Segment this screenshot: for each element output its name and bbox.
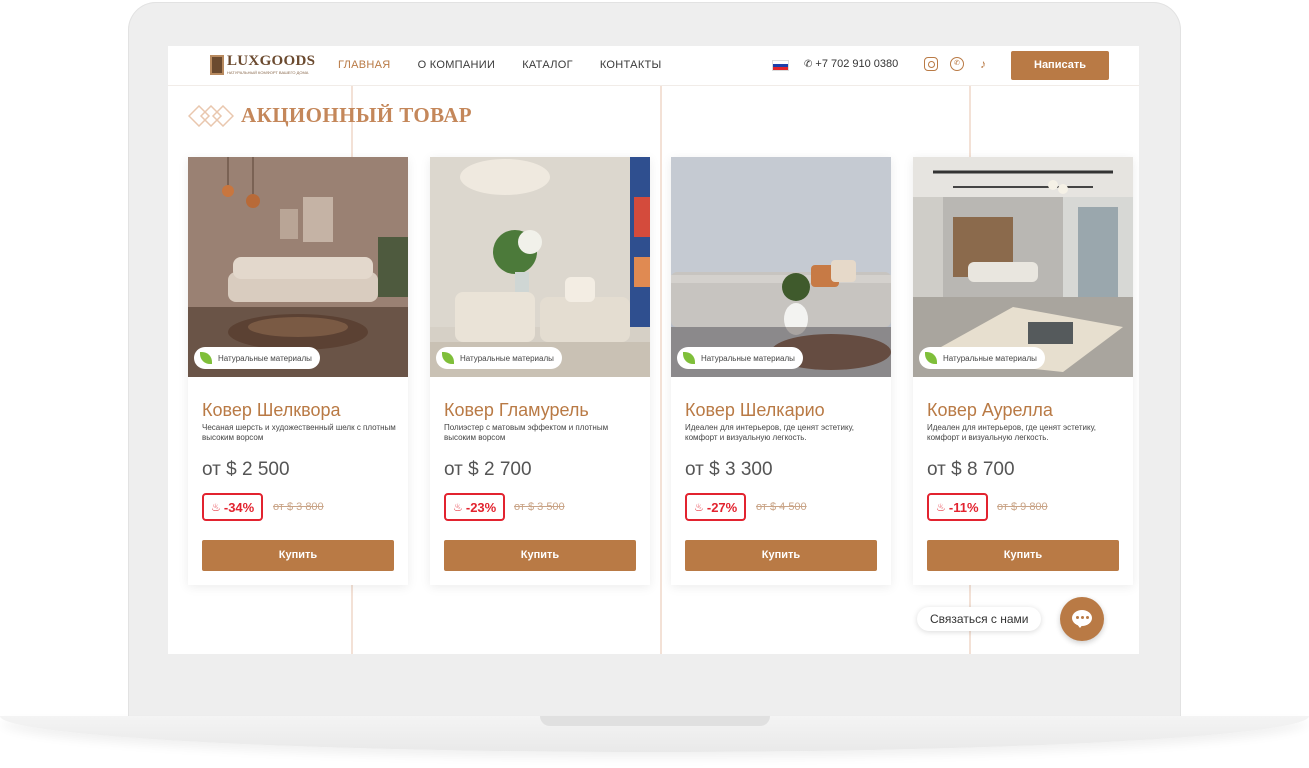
- old-price: от $ 9 800: [997, 501, 1048, 513]
- browser-viewport: LUXGOODS НАТУРАЛЬНЫЙ КОМФОРТ ВАШЕГО ДОМА…: [168, 46, 1139, 654]
- decor-line: [660, 86, 662, 654]
- logo-text: LUXGOODS: [227, 53, 316, 69]
- nav-item-catalog[interactable]: КАТАЛОГ: [522, 59, 573, 71]
- product-price: от $ 2 500: [202, 459, 290, 480]
- buy-button[interactable]: Купить: [444, 540, 636, 571]
- product-card: Натуральные материалы Ковер Аурелла Идеа…: [913, 157, 1133, 585]
- discount-value: -27%: [706, 499, 738, 515]
- discount-value: -34%: [223, 499, 255, 515]
- badge-label: Натуральные материалы: [701, 353, 795, 363]
- leaf-icon: [200, 352, 212, 364]
- product-image[interactable]: [913, 157, 1133, 377]
- natural-materials-badge: Натуральные материалы: [677, 347, 803, 369]
- whatsapp-icon[interactable]: ✆: [950, 57, 964, 71]
- product-price: от $ 2 700: [444, 459, 532, 480]
- natural-materials-badge: Натуральные материалы: [194, 347, 320, 369]
- laptop-notch: [540, 716, 770, 726]
- nav-item-home[interactable]: ГЛАВНАЯ: [338, 59, 391, 71]
- fire-icon: ♨: [211, 501, 221, 514]
- tiktok-icon[interactable]: ♪: [976, 57, 990, 71]
- discount-value: -11%: [948, 499, 979, 515]
- logo-subtitle: НАТУРАЛЬНЫЙ КОМФОРТ ВАШЕГО ДОМА: [227, 70, 309, 75]
- phone-icon: ✆: [804, 59, 813, 70]
- phone-link[interactable]: ✆ +7 702 910 0380: [804, 58, 898, 70]
- language-flag-icon[interactable]: [772, 60, 789, 71]
- discount-badge: ♨ -23%: [444, 493, 506, 521]
- discount-badge: ♨ -27%: [685, 493, 747, 521]
- social-links: ✆ ♪: [924, 57, 990, 71]
- phone-number: +7 702 910 0380: [815, 58, 899, 70]
- natural-materials-badge: Натуральные материалы: [436, 347, 562, 369]
- leaf-icon: [442, 352, 454, 364]
- natural-materials-badge: Натуральные материалы: [919, 347, 1045, 369]
- nav-item-contacts[interactable]: КОНТАКТЫ: [600, 59, 662, 71]
- badge-label: Натуральные материалы: [218, 353, 312, 363]
- instagram-icon[interactable]: [924, 57, 938, 71]
- product-name[interactable]: Ковер Шелквора: [202, 400, 341, 421]
- product-price: от $ 8 700: [927, 459, 1015, 480]
- old-price: от $ 3 500: [514, 501, 565, 513]
- product-card: Натуральные материалы Ковер Шелкарио Иде…: [671, 157, 891, 585]
- product-image[interactable]: [188, 157, 408, 377]
- leaf-icon: [925, 352, 937, 364]
- logo-mark-icon: [210, 55, 224, 75]
- badge-label: Натуральные материалы: [943, 353, 1037, 363]
- discount-badge: ♨ -11%: [927, 493, 988, 521]
- chat-bubble-icon: [1072, 610, 1092, 628]
- buy-button[interactable]: Купить: [202, 540, 394, 571]
- section-title: АКЦИОННЫЙ ТОВАР: [241, 103, 473, 127]
- product-price: от $ 3 300: [685, 459, 773, 480]
- site-logo[interactable]: LUXGOODS НАТУРАЛЬНЫЙ КОМФОРТ ВАШЕГО ДОМА: [210, 53, 315, 78]
- product-image[interactable]: [671, 157, 891, 377]
- badge-label: Натуральные материалы: [460, 353, 554, 363]
- product-description: Полиэстер с матовым эффектом и плотным в…: [444, 423, 609, 442]
- product-description: Идеален для интерьеров, где ценят эстети…: [685, 423, 854, 442]
- product-description: Чесаная шерсть и художественный шелк с п…: [202, 423, 396, 442]
- buy-button[interactable]: Купить: [927, 540, 1119, 571]
- fire-icon: ♨: [936, 501, 946, 514]
- write-button[interactable]: Написать: [1011, 51, 1109, 80]
- nav-item-about[interactable]: О КОМПАНИИ: [418, 59, 496, 71]
- product-description: Идеален для интерьеров, где ценят эстети…: [927, 423, 1096, 442]
- product-name[interactable]: Ковер Гламурель: [444, 400, 589, 421]
- fire-icon: ♨: [694, 501, 704, 514]
- main-nav: ГЛАВНАЯ О КОМПАНИИ КАТАЛОГ КОНТАКТЫ: [338, 59, 662, 71]
- buy-button[interactable]: Купить: [685, 540, 877, 571]
- contact-us-label[interactable]: Связаться с нами: [917, 607, 1042, 631]
- product-name[interactable]: Ковер Шелкарио: [685, 400, 825, 421]
- discount-badge: ♨ -34%: [202, 493, 264, 521]
- product-name[interactable]: Ковер Аурелла: [927, 400, 1053, 421]
- section-diamonds-icon: [188, 105, 234, 127]
- discount-value: -23%: [465, 499, 497, 515]
- product-image[interactable]: [430, 157, 650, 377]
- leaf-icon: [683, 352, 695, 364]
- product-card: Натуральные материалы Ковер Гламурель По…: [430, 157, 650, 585]
- product-card: Натуральные материалы Ковер Шелквора Чес…: [188, 157, 408, 585]
- site-header: LUXGOODS НАТУРАЛЬНЫЙ КОМФОРТ ВАШЕГО ДОМА…: [168, 46, 1139, 86]
- fire-icon: ♨: [453, 501, 463, 514]
- old-price: от $ 3 800: [273, 501, 324, 513]
- old-price: от $ 4 500: [756, 501, 807, 513]
- chat-button[interactable]: [1060, 597, 1104, 641]
